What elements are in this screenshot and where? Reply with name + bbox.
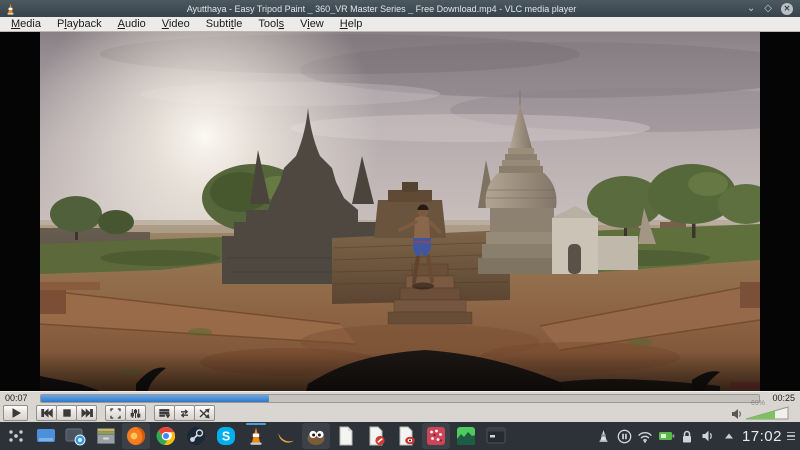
document-edit-icon[interactable]	[362, 423, 390, 449]
vlc-taskbar-icon[interactable]	[242, 423, 270, 449]
video-360-panorama	[40, 32, 760, 391]
video-area	[0, 32, 800, 391]
next-button[interactable]	[76, 405, 97, 421]
window-manager-icon[interactable]	[32, 423, 60, 449]
volume-control[interactable]: 69%	[731, 400, 797, 420]
window-title: Ayutthaya - Easy Tripod Paint _ 360_VR M…	[186, 3, 577, 14]
chrome-icon[interactable]	[152, 423, 180, 449]
volume-percent: 69%	[751, 400, 766, 407]
screenshot-tool-icon[interactable]	[62, 423, 90, 449]
menu-video[interactable]: Video	[154, 17, 198, 31]
close-icon[interactable]: ✕	[781, 2, 793, 15]
fullscreen-button[interactable]	[105, 405, 126, 421]
firefox-icon[interactable]	[122, 423, 150, 449]
menu-tools[interactable]: Tools	[250, 17, 292, 31]
letterbox-left	[0, 32, 40, 391]
audio-tray-icon[interactable]	[700, 428, 717, 445]
letterbox-right	[760, 32, 800, 391]
seek-bar[interactable]	[40, 393, 760, 403]
lock-icon[interactable]	[679, 428, 696, 445]
gimp-icon[interactable]	[302, 423, 330, 449]
steam-icon[interactable]	[182, 423, 210, 449]
taskbar-clock[interactable]: 17:02	[742, 428, 782, 445]
previous-button[interactable]	[36, 405, 57, 421]
crescent-app-icon[interactable]	[272, 423, 300, 449]
minimize-icon[interactable]: ⌄	[747, 3, 755, 14]
menu-help[interactable]: Help	[332, 17, 371, 31]
caret-up-icon[interactable]	[721, 428, 738, 445]
playlist-button[interactable]	[154, 405, 175, 421]
system-tray	[595, 428, 738, 445]
vlc-tray-icon[interactable]	[595, 428, 612, 445]
file-cabinet-icon[interactable]	[92, 423, 120, 449]
menu-audio[interactable]: Audio	[110, 17, 154, 31]
pattern-tool-icon[interactable]	[422, 423, 450, 449]
text-document-icon[interactable]	[332, 423, 360, 449]
video-frame[interactable]	[40, 32, 760, 391]
speaker-icon	[732, 409, 741, 419]
taskbar-menu-icon[interactable]	[787, 431, 795, 441]
audio-wave-app-icon[interactable]	[452, 423, 480, 449]
menu-playback[interactable]: Playback	[49, 17, 110, 31]
play-button[interactable]	[3, 405, 28, 421]
loop-button[interactable]	[174, 405, 195, 421]
document-viewer-icon[interactable]	[392, 423, 420, 449]
battery-icon[interactable]	[658, 428, 675, 445]
menu-media[interactable]: Media	[3, 17, 49, 31]
media-pause-tray-icon[interactable]	[616, 428, 633, 445]
volume-slider[interactable]	[745, 406, 789, 420]
vlc-window-icon	[7, 3, 14, 15]
random-button[interactable]	[194, 405, 215, 421]
terminal-icon[interactable]	[482, 423, 510, 449]
menu-view[interactable]: View	[292, 17, 332, 31]
menubar: Media Playback Audio Video Subtitle Tools View…	[0, 17, 800, 32]
extended-settings-button[interactable]	[125, 405, 146, 421]
total-time: 00:25	[772, 393, 795, 403]
taskbar: S 17:02	[0, 422, 800, 450]
menu-subtitle[interactable]: Subtitle	[198, 17, 251, 31]
player-controls: 69%	[0, 400, 800, 422]
elapsed-time: 00:07	[5, 393, 28, 403]
wifi-icon[interactable]	[637, 428, 654, 445]
seek-fill	[41, 394, 269, 402]
maximize-icon[interactable]: ◇	[764, 3, 772, 14]
seek-row: 00:07 00:25	[0, 391, 800, 404]
skype-icon[interactable]: S	[212, 423, 240, 449]
app-launcher-icon[interactable]	[2, 423, 30, 449]
desktop: Ayutthaya - Easy Tripod Paint _ 360_VR M…	[0, 0, 800, 450]
window-titlebar[interactable]: Ayutthaya - Easy Tripod Paint _ 360_VR M…	[0, 0, 800, 17]
stop-button[interactable]	[56, 405, 77, 421]
svg-text:S: S	[222, 430, 230, 444]
